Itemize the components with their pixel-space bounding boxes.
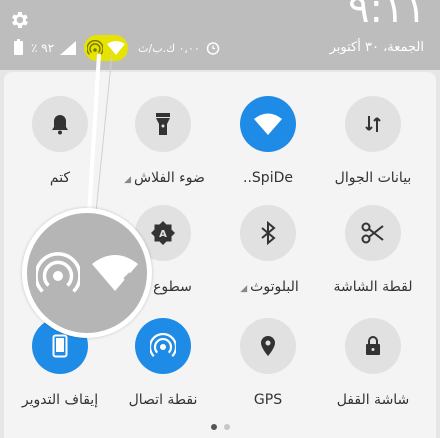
tile-circle[interactable] — [345, 205, 401, 261]
expand-arrow-icon[interactable]: ◢ — [240, 284, 247, 294]
hotspot-icon — [87, 40, 104, 55]
tile-flashlight[interactable]: ضوء الفلاش◢ — [108, 96, 218, 186]
tile-circle[interactable] — [240, 318, 296, 374]
tile-label: SpiDe.. — [243, 170, 293, 186]
alarm-icon — [206, 42, 220, 55]
page-dot-active[interactable] — [210, 424, 217, 430]
tile-label: شاشة القفل — [336, 392, 410, 408]
clock: ٩:١١ — [348, 0, 426, 32]
wifi-icon — [107, 41, 126, 55]
mobile-data-icon — [365, 116, 381, 132]
tile-label: البلوتوث◢ — [240, 279, 299, 295]
tile-circle[interactable] — [345, 96, 401, 152]
tile-circle[interactable] — [240, 96, 296, 152]
tile-hotspot[interactable]: نقطة اتصال — [108, 318, 218, 408]
status-bar: ٩:١١ ٪ ٩٢ ٠,٠٠ ك.ب/ث الجمعة، ٣٠ أكتوبر — [0, 0, 440, 70]
scissors-icon — [361, 222, 384, 244]
tile-label: إيقاف التدوير — [21, 392, 99, 408]
tile-mobile-data[interactable]: بيانات الجوال — [318, 96, 428, 186]
tile-label: بيانات الجوال — [334, 170, 412, 186]
tile-label: كتم — [49, 170, 71, 186]
tile-mute[interactable]: كتم — [5, 96, 115, 186]
tile-screenshot[interactable]: لقطة الشاشة — [318, 205, 428, 295]
network-speed: ٠,٠٠ ك.ب/ث — [138, 41, 200, 55]
tile-circle[interactable] — [240, 205, 296, 261]
date-label: الجمعة، ٣٠ أكتوبر — [329, 40, 424, 55]
svg-text:A: A — [159, 229, 167, 240]
zoom-magnifier — [22, 208, 152, 338]
flashlight-icon — [156, 113, 170, 135]
tile-circle[interactable] — [345, 318, 401, 374]
hotspot-icon — [36, 252, 80, 293]
tile-bluetooth[interactable]: البلوتوث◢ — [213, 205, 323, 295]
tile-wifi[interactable]: SpiDe.. — [213, 96, 323, 186]
expand-arrow-icon[interactable]: ◢ — [124, 175, 131, 185]
hotspot-icon — [150, 333, 176, 357]
rotation-lock-icon — [52, 334, 68, 358]
signal-icon — [60, 41, 77, 55]
page-dot[interactable] — [223, 424, 230, 430]
tile-label: نقطة اتصال — [128, 392, 198, 408]
lock-icon — [366, 336, 380, 355]
location-icon — [261, 336, 275, 356]
gear-icon[interactable] — [8, 9, 30, 31]
battery-icon — [14, 39, 23, 55]
tile-label: GPS — [253, 392, 283, 408]
tile-circle[interactable] — [32, 96, 88, 152]
highlighted-status-icons — [84, 35, 129, 61]
battery-level: ٪ ٩٢ — [31, 41, 55, 55]
bluetooth-icon — [261, 221, 276, 245]
wifi-icon — [254, 113, 282, 135]
page-indicator — [0, 424, 440, 430]
wifi-icon — [92, 255, 138, 291]
auto-brightness-icon: A — [151, 221, 175, 245]
tile-label: لقطة الشاشة — [333, 279, 413, 295]
tile-circle[interactable] — [135, 96, 191, 152]
tile-gps[interactable]: GPS — [213, 318, 323, 408]
bell-icon — [52, 115, 68, 135]
tile-circle[interactable] — [135, 318, 191, 374]
tile-lock-screen[interactable]: شاشة القفل — [318, 318, 428, 408]
tile-label: ضوء الفلاش◢ — [124, 170, 205, 186]
